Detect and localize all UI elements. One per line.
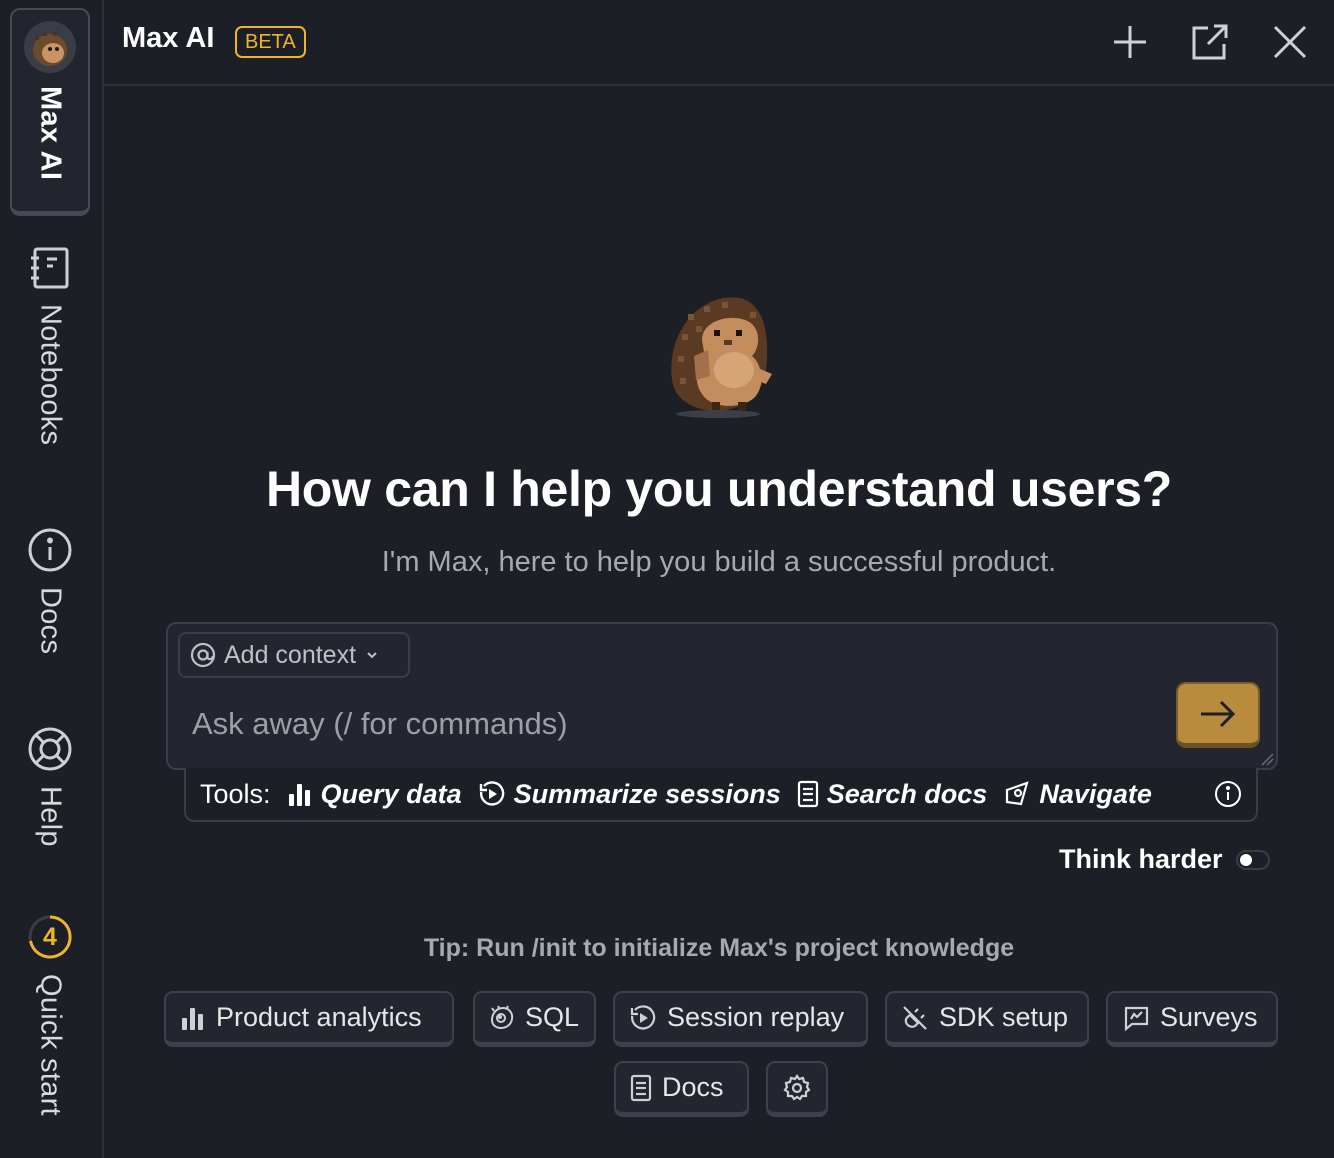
add-context-label: Add context <box>224 640 357 669</box>
tool-label: Query data <box>320 778 462 809</box>
close-icon <box>1273 25 1307 59</box>
rail-tab-notebooks[interactable]: Notebooks <box>10 246 90 445</box>
message-composer: Add context <box>166 622 1278 770</box>
replay-icon <box>479 781 504 806</box>
panel-header: Max AI BETA <box>104 0 1334 86</box>
suggestion-settings-button[interactable] <box>766 1061 828 1117</box>
arrow-right-icon <box>1201 700 1236 727</box>
welcome-headline: How can I help you understand users? <box>265 461 1173 517</box>
suggestion-label: Docs <box>662 1072 724 1102</box>
panel-title: Max AI <box>122 22 215 54</box>
hedgehog-mascot-image <box>671 297 772 418</box>
gear-icon <box>783 1073 811 1101</box>
survey-icon <box>1124 1006 1149 1031</box>
chevron-down-icon <box>367 652 377 659</box>
plug-icon <box>903 1005 927 1030</box>
open-in-window-button[interactable] <box>1190 22 1230 62</box>
hedgehog-avatar-icon <box>24 21 76 73</box>
suggestion-docs[interactable]: Docs <box>614 1061 749 1117</box>
suggestion-surveys[interactable]: Surveys <box>1106 991 1278 1047</box>
suggestion-label: SDK setup <box>939 1002 1069 1032</box>
new-chat-button[interactable] <box>1110 22 1150 62</box>
bar-chart-icon <box>182 1007 203 1030</box>
tip-text: Tip: Run /init to initialize Max's proje… <box>423 934 1015 962</box>
at-sign-icon <box>190 642 216 668</box>
compass-icon <box>1006 781 1029 806</box>
document-icon <box>797 780 818 808</box>
rail-tab-label: Max AI <box>34 86 67 181</box>
hedgehog-icon <box>490 1005 514 1029</box>
message-input[interactable] <box>192 706 1152 742</box>
rail-tab-label: Help <box>34 786 67 847</box>
suggestion-label: SQL <box>525 1002 580 1032</box>
tools-info-button[interactable] <box>1214 780 1242 815</box>
rail-tab-max-ai[interactable]: Max AI <box>10 8 90 216</box>
resize-handle-icon[interactable] <box>1260 752 1274 766</box>
replay-icon <box>630 1004 656 1030</box>
tool-summarize-sessions: Summarize sessions <box>478 779 781 810</box>
rail-tab-help[interactable]: Help <box>10 726 90 847</box>
suggestion-label: Surveys <box>1160 1002 1258 1032</box>
add-context-button[interactable]: Add context <box>178 632 410 678</box>
welcome-subhead: I'm Max, here to help you build a succes… <box>381 546 1057 578</box>
think-harder-toggle[interactable] <box>1236 850 1270 870</box>
rail-tab-label: Docs <box>34 587 67 655</box>
tools-label: Tools: <box>200 778 271 809</box>
suggestion-session-replay[interactable]: Session replay <box>613 991 868 1047</box>
rail-tab-label: Quick start <box>34 974 67 1116</box>
think-harder-label: Think harder <box>1059 844 1223 874</box>
notebook-icon <box>31 247 69 289</box>
rail-tab-quick-start[interactable]: 4 Quick start <box>10 914 90 1116</box>
tool-query-data: Query data <box>287 779 462 810</box>
quick-start-badge: 4 <box>43 923 57 951</box>
tool-navigate: Navigate <box>1003 779 1152 810</box>
chat-main: How can I help you understand users? I'm… <box>104 86 1334 1158</box>
lifebuoy-icon <box>28 727 72 771</box>
suggestion-label: Product analytics <box>216 1002 422 1032</box>
close-panel-button[interactable] <box>1270 22 1310 62</box>
side-rail: Max AI Notebooks Docs Help 4 Quick start <box>0 0 104 1158</box>
tool-label: Search docs <box>826 778 988 809</box>
send-button[interactable] <box>1176 682 1260 748</box>
rail-tab-label: Notebooks <box>34 304 67 446</box>
bar-chart-icon <box>288 784 310 806</box>
open-external-icon <box>1192 24 1228 60</box>
tool-search-docs: Search docs <box>797 778 988 810</box>
progress-ring-icon: 4 <box>27 914 73 960</box>
info-icon <box>28 528 72 572</box>
tool-label: Navigate <box>1039 778 1152 809</box>
suggestion-label: Session replay <box>667 1002 845 1032</box>
suggestion-sql[interactable]: SQL <box>473 991 596 1047</box>
tools-bar: Tools: Query data Summarize sessions Sea… <box>184 768 1258 822</box>
beta-badge: BETA <box>235 26 306 58</box>
rail-tab-docs[interactable]: Docs <box>10 527 90 654</box>
document-icon <box>630 1074 652 1101</box>
tool-label: Summarize sessions <box>513 778 781 809</box>
plus-icon <box>1114 26 1146 58</box>
suggestion-sdk-setup[interactable]: SDK setup <box>885 991 1089 1047</box>
suggestion-product-analytics[interactable]: Product analytics <box>164 991 454 1047</box>
info-icon <box>1215 781 1241 807</box>
